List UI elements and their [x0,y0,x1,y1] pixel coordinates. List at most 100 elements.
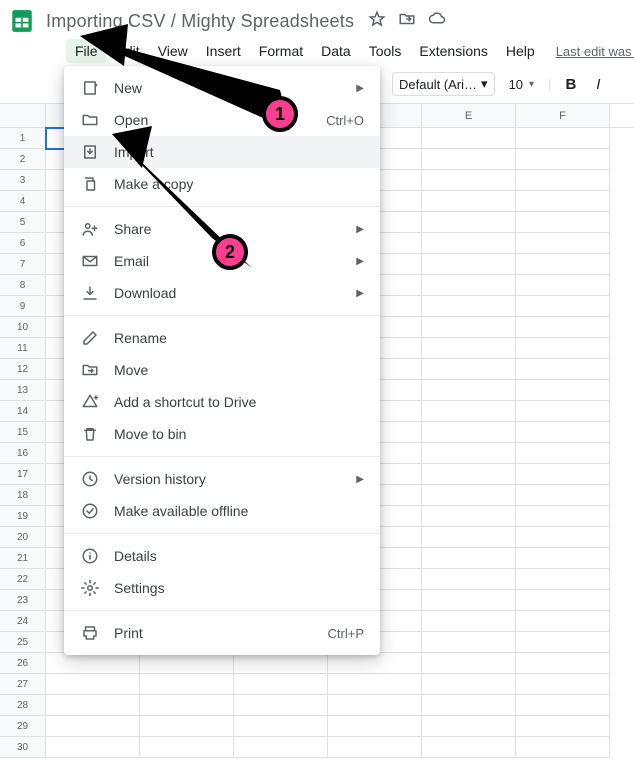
last-edit-link[interactable]: Last edit was 2 m [556,44,634,59]
font-family-dropdown[interactable]: Default (Ari… ▾ [392,72,495,96]
row-header[interactable]: 6 [0,233,46,254]
cell[interactable] [422,380,516,401]
file-menu-shortcut[interactable]: Add a shortcut to Drive [64,386,380,418]
row-header[interactable]: 7 [0,254,46,275]
cell[interactable] [422,212,516,233]
cell[interactable] [46,695,140,716]
cell[interactable] [328,695,422,716]
cell[interactable] [422,254,516,275]
cell[interactable] [422,275,516,296]
font-size-control[interactable]: 10 ▾ [503,75,541,94]
cell[interactable] [140,737,234,758]
cell[interactable] [516,653,610,674]
cell[interactable] [422,569,516,590]
cell[interactable] [516,485,610,506]
column-header[interactable]: F [516,104,610,127]
file-menu-share[interactable]: Share▶ [64,213,380,245]
cell[interactable] [516,674,610,695]
file-menu-offline[interactable]: Make available offline [64,495,380,527]
row-header[interactable]: 26 [0,653,46,674]
cell[interactable] [140,674,234,695]
file-menu-copy[interactable]: Make a copy [64,168,380,200]
file-menu-move[interactable]: Move [64,354,380,386]
cell[interactable] [422,443,516,464]
cell[interactable] [234,674,328,695]
cell[interactable] [516,149,610,170]
menu-extensions[interactable]: Extensions [410,39,496,63]
cell[interactable] [516,128,610,149]
cell[interactable] [422,464,516,485]
cell[interactable] [46,716,140,737]
row-header[interactable]: 21 [0,548,46,569]
cell[interactable] [422,359,516,380]
cell[interactable] [422,401,516,422]
cell[interactable] [422,695,516,716]
row-header[interactable]: 3 [0,170,46,191]
file-menu-import[interactable]: Import [64,136,380,168]
cell[interactable] [516,212,610,233]
row-header[interactable]: 10 [0,317,46,338]
cell[interactable] [516,611,610,632]
cell[interactable] [516,506,610,527]
move-icon[interactable] [398,10,416,33]
cell[interactable] [422,128,516,149]
cell[interactable] [516,590,610,611]
row-header[interactable]: 20 [0,527,46,548]
row-header[interactable]: 19 [0,506,46,527]
cell[interactable] [422,611,516,632]
cell[interactable] [516,569,610,590]
menu-data[interactable]: Data [312,39,360,63]
cell[interactable] [422,674,516,695]
cell[interactable] [422,590,516,611]
file-menu-email[interactable]: Email▶ [64,245,380,277]
cell[interactable] [328,653,422,674]
row-header[interactable]: 12 [0,359,46,380]
file-menu-open[interactable]: OpenCtrl+O [64,104,380,136]
cell[interactable] [516,443,610,464]
cell[interactable] [140,695,234,716]
cell[interactable] [516,716,610,737]
row-header[interactable]: 11 [0,338,46,359]
row-header[interactable]: 28 [0,695,46,716]
menu-view[interactable]: View [149,39,197,63]
cell[interactable] [516,275,610,296]
row-header[interactable]: 25 [0,632,46,653]
menu-format[interactable]: Format [250,39,312,63]
cloud-status-icon[interactable] [428,10,446,33]
cell[interactable] [422,170,516,191]
cell[interactable] [422,422,516,443]
select-all-corner[interactable] [0,104,46,127]
cell[interactable] [422,317,516,338]
file-menu-new[interactable]: New▶ [64,72,380,104]
document-title[interactable]: Importing CSV / Mighty Spreadsheets [46,11,354,32]
cell[interactable] [516,338,610,359]
cell[interactable] [422,632,516,653]
cell[interactable] [422,653,516,674]
cell[interactable] [516,401,610,422]
cell[interactable] [328,674,422,695]
row-header[interactable]: 13 [0,380,46,401]
row-header[interactable]: 4 [0,191,46,212]
cell[interactable] [422,527,516,548]
cell[interactable] [234,653,328,674]
row-header[interactable]: 29 [0,716,46,737]
cell[interactable] [516,296,610,317]
cell[interactable] [516,170,610,191]
row-header[interactable]: 22 [0,569,46,590]
row-header[interactable]: 1 [0,128,46,149]
menu-help[interactable]: Help [497,39,544,63]
row-header[interactable]: 17 [0,464,46,485]
row-header[interactable]: 9 [0,296,46,317]
cell[interactable] [234,695,328,716]
file-menu-print[interactable]: PrintCtrl+P [64,617,380,649]
cell[interactable] [516,359,610,380]
cell[interactable] [422,296,516,317]
cell[interactable] [516,317,610,338]
cell[interactable] [516,527,610,548]
cell[interactable] [516,233,610,254]
menu-insert[interactable]: Insert [197,39,250,63]
row-header[interactable]: 2 [0,149,46,170]
italic-button[interactable]: I [590,76,606,93]
cell[interactable] [46,653,140,674]
cell[interactable] [422,233,516,254]
